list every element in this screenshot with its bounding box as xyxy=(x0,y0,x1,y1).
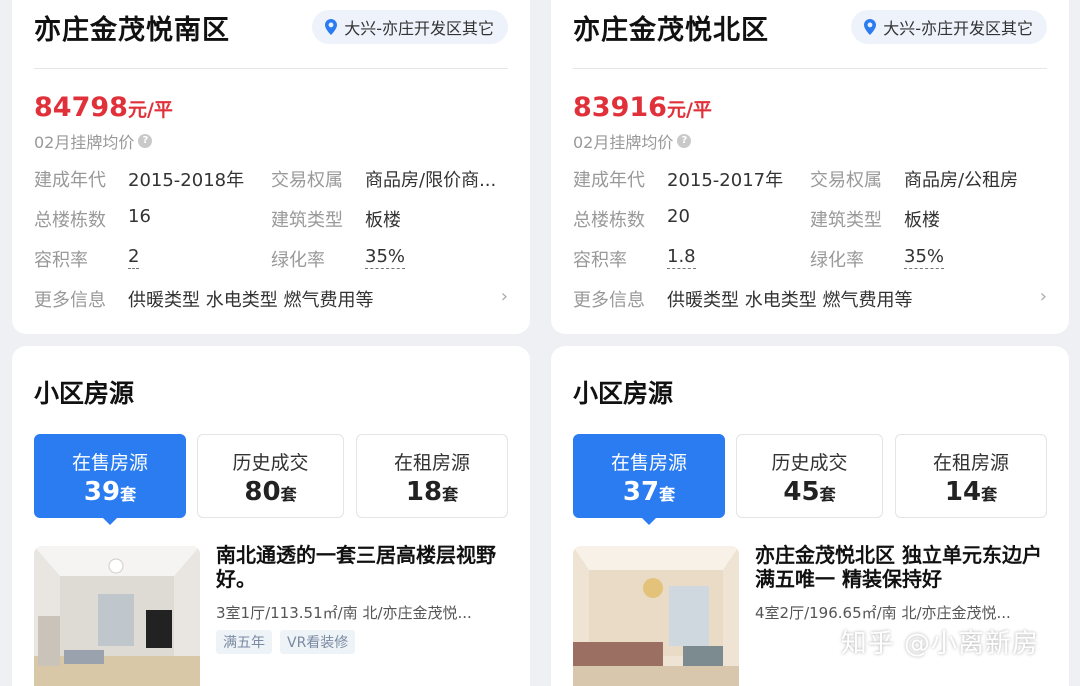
building-type-value: 板楼 xyxy=(365,210,401,231)
attr-row: 建成年代 2015-2017年 交易权属 商品房/公租房 xyxy=(573,166,1047,191)
more-info-label: 更多信息 xyxy=(573,290,645,311)
attr-row: 容积率 2 绿化率 35% xyxy=(34,246,508,271)
building-type-label: 建筑类型 xyxy=(271,210,343,231)
build-year-label: 建成年代 xyxy=(573,170,645,191)
divider xyxy=(34,68,508,69)
price-note: 02月挂牌均价 ? xyxy=(573,129,692,153)
section-title: 小区房源 xyxy=(573,379,674,408)
more-info-value: 供暖类型 水电类型 燃气费用等 xyxy=(667,290,913,311)
price-note: 02月挂牌均价 ? xyxy=(34,129,153,153)
tab-label: 历史成交 xyxy=(232,452,309,474)
tab-label: 在租房源 xyxy=(932,452,1009,474)
build-year-label: 建成年代 xyxy=(34,170,106,191)
tag: VR看装修 xyxy=(280,630,356,654)
green-label: 绿化率 xyxy=(271,250,325,271)
tab-count: 14套 xyxy=(944,477,998,507)
location-text: 大兴-亦庄开发区其它 xyxy=(344,19,494,38)
building-type-label: 建筑类型 xyxy=(810,210,882,231)
community-title: 亦庄金茂悦北区 xyxy=(573,15,769,46)
tab-for-rent[interactable]: 在租房源 14套 xyxy=(895,434,1047,518)
tab-label: 在租房源 xyxy=(393,452,470,474)
far-label: 容积率 xyxy=(573,250,627,271)
tab-for-sale[interactable]: 在售房源 37套 xyxy=(573,434,725,525)
community-title: 亦庄金茂悦南区 xyxy=(34,15,230,46)
attr-row: 建成年代 2015-2018年 交易权属 商品房/限价商... xyxy=(34,166,508,191)
price-unit: 元/平 xyxy=(666,99,712,121)
location-pill[interactable]: 大兴-亦庄开发区其它 xyxy=(851,10,1047,44)
ownership-label: 交易权属 xyxy=(810,170,882,191)
price-value: 84798 xyxy=(34,92,128,123)
community-info-card: 亦庄金茂悦北区 大兴-亦庄开发区其它 83916元/平 02月挂牌均价 ? 建成… xyxy=(551,0,1069,334)
attr-row: 总楼栋数 20 建筑类型 板楼 xyxy=(573,206,1047,231)
listing-photo[interactable] xyxy=(573,546,739,686)
listings-card: 小区房源 在售房源 39套 历史成交 80套 在租房源 18套 南北通透的一套三… xyxy=(12,346,530,686)
listing-title[interactable]: 亦庄金茂悦北区 独立单元东边户 满五唯一 精装保持好 xyxy=(755,543,1051,591)
location-pill[interactable]: 大兴-亦庄开发区其它 xyxy=(312,10,508,44)
buildings-label: 总楼栋数 xyxy=(34,210,106,231)
more-info-row[interactable]: 更多信息 供暖类型 水电类型 燃气费用等 › xyxy=(34,286,508,311)
section-title: 小区房源 xyxy=(34,379,135,408)
tab-label: 在售房源 xyxy=(71,452,148,474)
tab-count: 80套 xyxy=(244,477,297,507)
listings-card: 小区房源 在售房源 37套 历史成交 45套 在租房源 14套 亦庄金茂悦北区 … xyxy=(551,346,1069,686)
listing-title[interactable]: 南北通透的一套三居高楼层视野好。 xyxy=(216,543,512,591)
green-value[interactable]: 35% xyxy=(904,246,945,269)
chevron-right-icon: › xyxy=(500,286,508,307)
ownership-value: 商品房/公租房 xyxy=(904,170,1019,191)
far-value[interactable]: 1.8 xyxy=(667,246,696,269)
tab-count: 45套 xyxy=(783,477,836,507)
listing-meta: 4室2厅/196.65㎡/南 北/亦庄金茂悦... xyxy=(755,604,1011,622)
tab-count: 18套 xyxy=(405,477,459,507)
build-year-value: 2015-2018年 xyxy=(128,170,245,191)
divider xyxy=(573,68,1047,69)
listing-meta: 3室1厅/113.51㎡/南 北/亦庄金茂悦... xyxy=(216,604,472,622)
green-value[interactable]: 35% xyxy=(365,246,406,269)
help-icon[interactable]: ? xyxy=(138,134,153,148)
buildings-value: 20 xyxy=(667,206,690,227)
tab-label: 在售房源 xyxy=(610,452,687,474)
listing-photo[interactable] xyxy=(34,546,200,686)
attr-row: 容积率 1.8 绿化率 35% xyxy=(573,246,1047,271)
tag: 满五年 xyxy=(216,630,272,654)
listing-tags: 满五年 VR看装修 xyxy=(216,630,356,654)
watermark: 知乎 @小离新房 xyxy=(840,629,1039,659)
avg-price: 83916元/平 xyxy=(573,92,712,123)
tab-for-rent[interactable]: 在租房源 18套 xyxy=(356,434,508,518)
green-label: 绿化率 xyxy=(810,250,864,271)
community-info-card: 亦庄金茂悦南区 大兴-亦庄开发区其它 84798元/平 02月挂牌均价 ? 建成… xyxy=(12,0,530,334)
price-note-text: 02月挂牌均价 xyxy=(34,133,135,152)
buildings-label: 总楼栋数 xyxy=(573,210,645,231)
tab-count: 39套 xyxy=(83,477,137,507)
tab-count: 37套 xyxy=(622,477,676,507)
tab-history[interactable]: 历史成交 45套 xyxy=(736,434,883,518)
far-value[interactable]: 2 xyxy=(128,246,140,269)
price-note-text: 02月挂牌均价 xyxy=(573,133,674,152)
chevron-right-icon: › xyxy=(1039,286,1047,307)
price-unit: 元/平 xyxy=(127,99,173,121)
tab-history[interactable]: 历史成交 80套 xyxy=(197,434,344,518)
build-year-value: 2015-2017年 xyxy=(667,170,784,191)
tab-label: 历史成交 xyxy=(771,452,848,474)
location-pin-icon xyxy=(325,19,338,35)
more-info-value: 供暖类型 水电类型 燃气费用等 xyxy=(128,290,374,311)
building-type-value: 板楼 xyxy=(904,210,940,231)
more-info-row[interactable]: 更多信息 供暖类型 水电类型 燃气费用等 › xyxy=(573,286,1047,311)
ownership-value: 商品房/限价商... xyxy=(365,170,497,191)
buildings-value: 16 xyxy=(128,206,151,227)
tab-for-sale[interactable]: 在售房源 39套 xyxy=(34,434,186,525)
location-text: 大兴-亦庄开发区其它 xyxy=(883,19,1033,38)
more-info-label: 更多信息 xyxy=(34,290,106,311)
far-label: 容积率 xyxy=(34,250,88,271)
location-pin-icon xyxy=(864,19,877,35)
ownership-label: 交易权属 xyxy=(271,170,343,191)
price-value: 83916 xyxy=(573,92,667,123)
attr-row: 总楼栋数 16 建筑类型 板楼 xyxy=(34,206,508,231)
avg-price: 84798元/平 xyxy=(34,92,173,123)
help-icon[interactable]: ? xyxy=(677,134,692,148)
